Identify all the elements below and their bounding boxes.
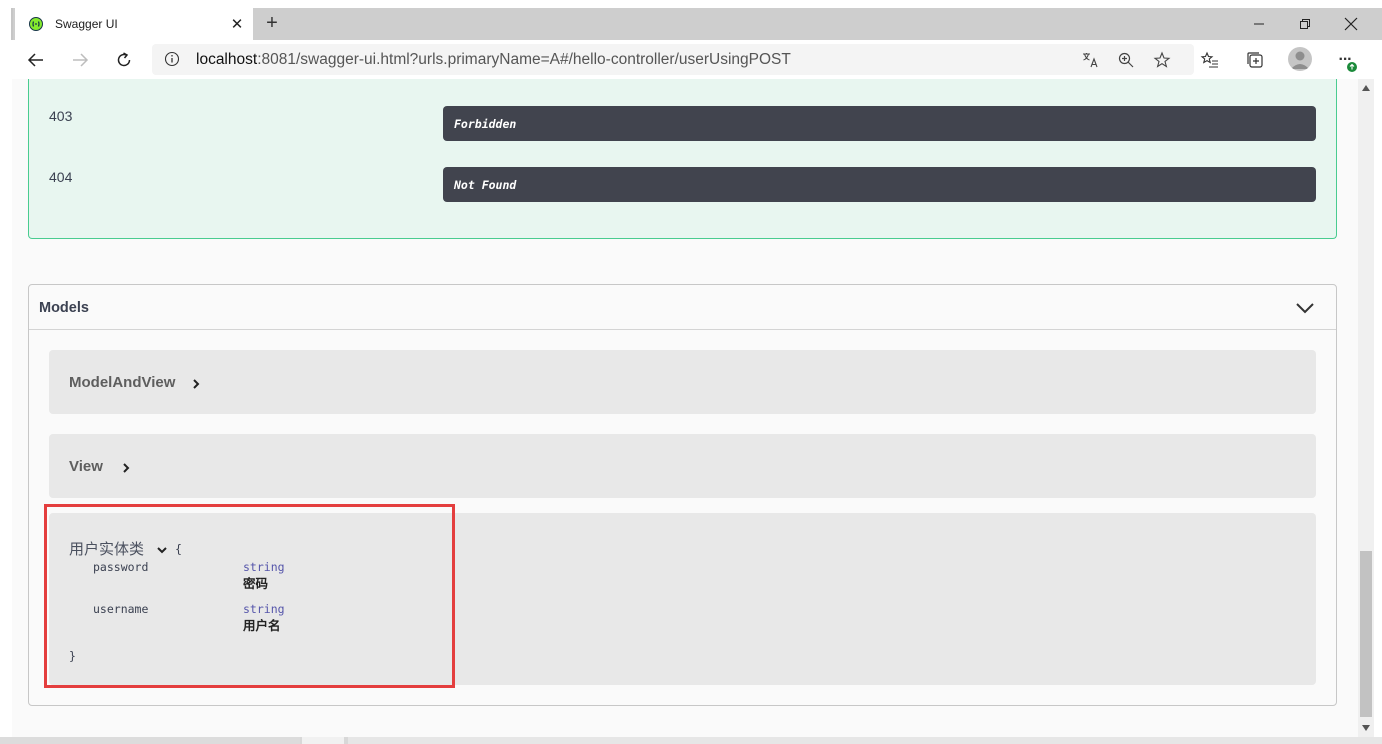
model-name[interactable]: ModelAndView xyxy=(69,374,175,391)
scrollbar-thumb[interactable] xyxy=(1360,551,1372,717)
taskbar-segment xyxy=(0,737,300,744)
response-code: 404 xyxy=(49,169,73,185)
more-menu-button[interactable]: ··· xyxy=(1334,49,1357,72)
back-button[interactable] xyxy=(22,46,50,74)
url-path: :8081/swagger-ui.html?urls.primaryName=A… xyxy=(257,51,791,68)
models-title: Models xyxy=(39,300,89,316)
minimize-button[interactable] xyxy=(1236,8,1282,40)
collections-icon xyxy=(1247,52,1263,68)
info-icon[interactable] xyxy=(164,51,180,67)
response-description: Not Found xyxy=(443,167,1316,202)
favorite-button[interactable] xyxy=(1152,50,1172,70)
scroll-down-button[interactable] xyxy=(1358,721,1374,735)
translate-icon xyxy=(1083,53,1098,68)
responses-panel: 403 Forbidden 404 Not Found xyxy=(28,79,1337,239)
window-top-edge xyxy=(0,0,1382,8)
url-text[interactable]: localhost:8081/swagger-ui.html?urls.prim… xyxy=(196,51,791,69)
refresh-button[interactable] xyxy=(110,46,138,74)
tab-swagger-ui[interactable]: Swagger UI ✕ xyxy=(15,8,253,40)
minimize-icon xyxy=(1254,23,1264,25)
vertical-scrollbar[interactable] xyxy=(1358,79,1374,737)
swagger-favicon-icon xyxy=(29,17,43,31)
arrow-left-icon xyxy=(27,53,43,67)
models-header[interactable]: Models xyxy=(29,285,1336,330)
chevron-right-icon[interactable] xyxy=(190,378,202,390)
response-description: Forbidden xyxy=(443,106,1316,141)
new-tab-button[interactable]: + xyxy=(262,13,282,34)
user-icon xyxy=(1291,51,1309,69)
restore-button[interactable] xyxy=(1282,8,1328,40)
forward-button[interactable] xyxy=(66,46,94,74)
close-icon xyxy=(1344,17,1358,31)
scroll-up-button[interactable] xyxy=(1358,81,1374,95)
zoom-button[interactable] xyxy=(1116,50,1136,70)
favorites-button[interactable] xyxy=(1199,49,1221,71)
tab-close-button[interactable]: ✕ xyxy=(227,15,247,33)
restore-icon xyxy=(1300,19,1310,29)
arrow-right-icon xyxy=(73,53,89,67)
address-bar[interactable]: localhost:8081/swagger-ui.html?urls.prim… xyxy=(152,44,1194,75)
close-window-button[interactable] xyxy=(1328,8,1374,40)
update-badge-icon xyxy=(1347,62,1357,72)
taskbar-segment xyxy=(302,737,344,744)
browser-toolbar: localhost:8081/swagger-ui.html?urls.prim… xyxy=(12,40,1382,79)
window-right-edge xyxy=(1374,40,1382,744)
model-name[interactable]: View xyxy=(69,458,103,475)
window-edge-shadow xyxy=(11,8,13,40)
refresh-icon xyxy=(117,52,131,67)
model-modelandview[interactable]: ModelAndView xyxy=(49,350,1316,414)
model-view[interactable]: View xyxy=(49,434,1316,498)
profile-avatar[interactable] xyxy=(1288,47,1312,71)
star-icon xyxy=(1153,51,1171,68)
tab-strip: Swagger UI ✕ + xyxy=(12,8,1382,40)
translate-button[interactable] xyxy=(1080,50,1100,70)
url-host: localhost xyxy=(196,51,258,68)
zoom-in-icon xyxy=(1118,52,1134,68)
highlight-annotation-box xyxy=(44,504,455,688)
response-code: 403 xyxy=(49,108,73,124)
window-left-edge xyxy=(0,8,12,744)
page-content: 403 Forbidden 404 Not Found Models Model… xyxy=(12,79,1358,737)
tab-title: Swagger UI xyxy=(55,17,118,31)
favorites-list-icon xyxy=(1200,51,1218,68)
triangle-down-icon xyxy=(1362,725,1370,731)
collections-button[interactable] xyxy=(1244,49,1266,71)
chevron-down-icon[interactable] xyxy=(1294,297,1316,319)
triangle-up-icon xyxy=(1362,85,1370,91)
taskbar-segment xyxy=(348,737,1382,744)
chevron-right-icon[interactable] xyxy=(120,462,132,474)
